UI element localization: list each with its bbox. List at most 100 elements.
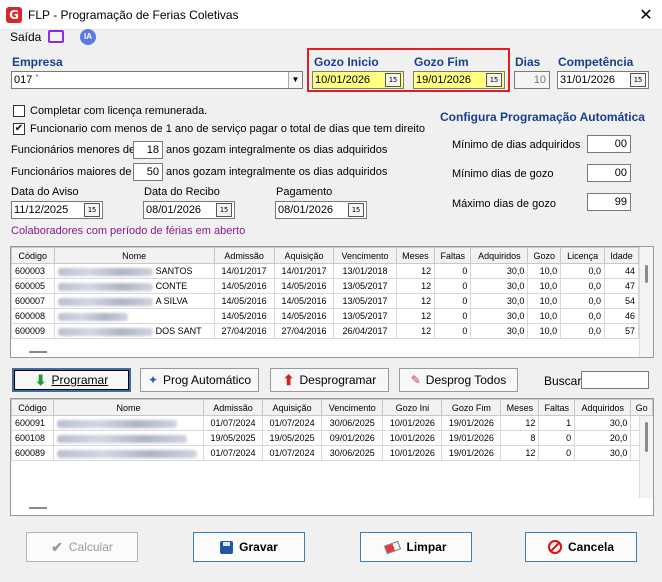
- table-cell-vencimento: 13/05/2017: [333, 308, 397, 324]
- table-cell-adquiridos: 20,0: [574, 430, 632, 446]
- desprogramar-button[interactable]: ⬆ Desprogramar: [270, 368, 389, 392]
- calendar-icon[interactable]: 15: [385, 73, 401, 87]
- buscar-input[interactable]: [581, 371, 649, 389]
- table-cell-vencimento: 09/01/2026: [321, 430, 384, 446]
- table-cell-vencimento: 13/05/2017: [333, 293, 397, 309]
- gozo-inicio-field[interactable]: 10/01/2026 15: [312, 71, 404, 89]
- maximo-gozo-label: Máximo dias de gozo: [452, 198, 556, 210]
- empresa-label: Empresa: [12, 55, 63, 69]
- pagamento-field[interactable]: 08/01/2026 15: [275, 201, 367, 219]
- func-maiores-field[interactable]: 50: [133, 163, 163, 181]
- table-cell-admissao: 27/04/2016: [213, 323, 275, 339]
- open-period-grid[interactable]: Código Nome Admissão Aquisição Vencimento Mes…: [10, 246, 654, 358]
- data-aviso-value: 11/12/2025: [14, 204, 69, 216]
- redacted-name: [57, 327, 153, 336]
- calcular-button[interactable]: ✔ Calcular: [26, 532, 138, 562]
- minimo-adquiridos-field[interactable]: 00: [587, 135, 631, 153]
- grid2-vscrollbar[interactable]: [639, 416, 653, 498]
- programar-button[interactable]: ⬇ Programar: [12, 368, 131, 392]
- table-cell-admissao: 14/05/2016: [213, 278, 275, 294]
- empresa-select[interactable]: 017 ` ▼: [11, 71, 303, 89]
- data-recibo-label: Data do Recibo: [144, 186, 220, 198]
- gravar-button[interactable]: Gravar: [193, 532, 305, 562]
- app-logo-icon: G: [6, 7, 22, 23]
- chevron-down-icon[interactable]: ▼: [288, 72, 302, 88]
- table-cell-aquisicao: 14/01/2017: [273, 263, 335, 279]
- gozo-fim-label: Gozo Fim: [414, 55, 469, 69]
- table-cell-vencimento: 13/01/2018: [333, 263, 397, 279]
- table-cell-codigo: 600008: [11, 308, 55, 324]
- ia-icon[interactable]: IA: [80, 29, 96, 45]
- table-row[interactable]: 600009 DOS SANT 27/04/2016 27/04/2016 26/04/…: [11, 323, 640, 339]
- column-header: Gozo Ini: [382, 399, 443, 416]
- data-aviso-field[interactable]: 11/12/2025 15: [11, 201, 103, 219]
- gozo-fim-field[interactable]: 19/01/2026 15: [413, 71, 505, 89]
- table-cell-nome: SANTOS: [53, 263, 215, 279]
- grid1-hscroll-thumb[interactable]: [29, 351, 47, 353]
- column-header: Aquisição: [273, 247, 335, 264]
- calcular-label: Calcular: [68, 540, 113, 554]
- column-header: Código: [11, 247, 55, 264]
- menos-1-ano-checkbox[interactable]: ✔: [13, 123, 25, 135]
- column-header: Nome: [53, 247, 215, 264]
- empresa-value: 017 `: [14, 74, 40, 86]
- calendar-icon[interactable]: 15: [216, 203, 232, 217]
- maximo-gozo-field[interactable]: 99: [587, 193, 631, 211]
- grid1-vscroll-thumb[interactable]: [645, 265, 648, 283]
- window-title: FLP - Programação de Ferias Coletivas: [28, 8, 239, 22]
- calendar-icon[interactable]: 15: [348, 203, 364, 217]
- table-cell-gozo_fim: 19/01/2026: [441, 430, 502, 446]
- table-cell-codigo: 600108: [11, 430, 55, 446]
- programar-label: Programar: [51, 373, 109, 387]
- desprog-todos-button[interactable]: ✎ Desprog Todos: [399, 368, 518, 392]
- prog-automatico-button[interactable]: ✦ Prog Automático: [140, 368, 259, 392]
- cancela-label: Cancela: [567, 540, 615, 554]
- column-header: Vencimento: [333, 247, 397, 264]
- table-cell-nome: [53, 445, 205, 461]
- redacted-name: [57, 297, 153, 306]
- table-cell-meses: 12: [395, 278, 436, 294]
- table-cell-adquiridos: 30,0: [470, 308, 529, 324]
- table-cell-codigo: 600009: [11, 323, 55, 339]
- minimo-gozo-field[interactable]: 00: [587, 164, 631, 182]
- competencia-field[interactable]: 31/01/2026 15: [557, 71, 649, 89]
- eraser-icon: [384, 540, 402, 554]
- grid2-vscroll-thumb[interactable]: [645, 422, 648, 452]
- func-menores-field[interactable]: 18: [133, 141, 163, 159]
- table-cell-adquiridos: 30,0: [470, 323, 529, 339]
- data-recibo-field[interactable]: 08/01/2026 15: [143, 201, 235, 219]
- table-row[interactable]: 600003 SANTOS 14/01/2017 14/01/2017 13/01/20…: [11, 263, 640, 279]
- table-row[interactable]: 600108 19/05/2025 19/05/2025 09/01/2026 10/0…: [11, 430, 653, 446]
- table-cell-idade: 44: [603, 263, 640, 279]
- programmed-grid[interactable]: Código Nome Admissão Aquisição Vencimento Goz…: [10, 398, 654, 516]
- monitor-icon[interactable]: [48, 30, 64, 43]
- close-icon[interactable]: ✕: [636, 5, 656, 24]
- table-cell-licenca: 0,0: [560, 263, 605, 279]
- table-cell-nome: [53, 415, 205, 431]
- completar-licenca-checkbox[interactable]: [13, 105, 25, 117]
- grid1-vscrollbar[interactable]: [639, 247, 653, 357]
- table-row[interactable]: 600091 01/07/2024 01/07/2024 30/06/2025 10/0…: [11, 415, 653, 431]
- limpar-button[interactable]: Limpar: [360, 532, 472, 562]
- name-suffix: CONTE: [155, 281, 188, 291]
- table-cell-licenca: 0,0: [560, 323, 605, 339]
- buscar-label: Buscar: [544, 374, 582, 388]
- table-cell-meses: 12: [500, 415, 540, 431]
- cancela-button[interactable]: Cancela: [525, 532, 637, 562]
- calendar-icon[interactable]: 15: [84, 203, 100, 217]
- table-row[interactable]: 600089 01/07/2024 01/07/2024 30/06/2025 10/0…: [11, 445, 653, 461]
- menu-saida[interactable]: Saída: [10, 30, 41, 44]
- column-header: Licença: [560, 247, 605, 264]
- table-cell-faltas: 1: [538, 415, 576, 431]
- table-row[interactable]: 600008 14/05/2016 14/05/2016 13/05/2017 12 0 3…: [11, 308, 640, 324]
- table-cell-gozo_fim: 19/01/2026: [441, 415, 502, 431]
- grid2-hscroll-thumb[interactable]: [29, 507, 47, 509]
- table-row[interactable]: 600005 CONTE 14/05/2016 14/05/2016 13/05/201…: [11, 278, 640, 294]
- calendar-icon[interactable]: 15: [486, 73, 502, 87]
- column-header: Gozo Fim: [441, 399, 502, 416]
- calendar-icon[interactable]: 15: [630, 73, 646, 87]
- table-row[interactable]: 600007 A SILVA 14/05/2016 14/05/2016 13/05/2…: [11, 293, 640, 309]
- table-cell-admissao: 01/07/2024: [203, 415, 264, 431]
- redacted-name: [57, 419, 178, 428]
- table-cell-gozo: 10,0: [527, 263, 562, 279]
